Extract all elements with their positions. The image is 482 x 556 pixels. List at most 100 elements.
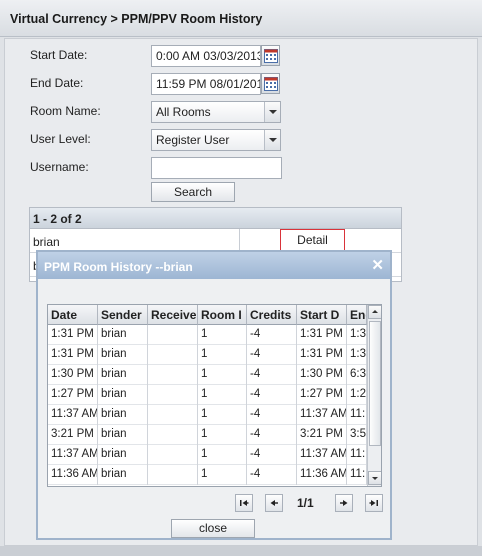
cell-sender: brian (98, 405, 148, 425)
cell-date: 1:31 PM ( (48, 325, 98, 345)
scroll-thumb[interactable] (369, 321, 381, 446)
cell-start-date: 11:37 AM (297, 445, 347, 465)
table-row[interactable]: 11:37 AM brian 1 -4 11:37 AM 11: (48, 445, 367, 465)
next-page-icon[interactable] (335, 494, 353, 512)
search-button[interactable]: Search (151, 182, 235, 202)
table-row[interactable]: 1:30 PM (brian 1 -4 1:30 PM (6:3 (48, 365, 367, 385)
cell-credits: -4 (247, 365, 297, 385)
cell-end-date: 1:3 (347, 345, 367, 365)
cell-credits: -4 (247, 385, 297, 405)
column-header-sender[interactable]: Sender (98, 305, 148, 325)
cell-room-id: 1 (198, 365, 247, 385)
page-header: Virtual Currency > PPM/PPV Room History (0, 0, 482, 37)
results-summary: 1 - 2 of 2 (30, 208, 401, 229)
cell-date: 11:37 AM (48, 445, 98, 465)
table-row[interactable]: 1:27 PM (brian 1 -4 1:27 PM (1:2 (48, 385, 367, 405)
table-row[interactable]: 11:37 AM brian 1 -4 11:37 AM 11: (48, 405, 367, 425)
page-info: 1/1 (297, 496, 314, 510)
cell-room-id: 1 (198, 385, 247, 405)
detail-button[interactable]: Detail (280, 229, 345, 252)
room-history-modal: PPM Room History --brian ✕ Date Sender R… (36, 250, 392, 540)
bottom-strip (0, 546, 482, 556)
start-date-label: Start Date: (30, 48, 88, 62)
cell-receiver (148, 385, 198, 405)
cell-start-date: 11:36 AM (297, 465, 347, 485)
dropdown-arrow-icon[interactable] (264, 130, 280, 150)
cell-sender: brian (98, 465, 148, 485)
close-button[interactable]: close (171, 519, 255, 538)
cell-room-id: 1 (198, 465, 247, 485)
cell-room-id: 1 (198, 425, 247, 445)
username-label: Username: (30, 160, 89, 174)
scroll-down-icon[interactable] (368, 471, 381, 485)
cell-date: 11:37 AM (48, 405, 98, 425)
cell-receiver (148, 445, 198, 465)
last-page-icon[interactable] (365, 494, 383, 512)
table-row[interactable]: 1:31 PM (brian 1 -4 1:31 PM (1:3 (48, 345, 367, 365)
prev-page-icon[interactable] (265, 494, 283, 512)
start-date-calendar-icon[interactable] (261, 45, 280, 66)
end-date-label: End Date: (30, 76, 84, 90)
cell-receiver (148, 325, 198, 345)
column-header-credits[interactable]: Credits (247, 305, 297, 325)
cell-credits: -4 (247, 345, 297, 365)
end-date-field[interactable]: 11:59 PM 08/01/2013 (151, 73, 261, 95)
user-level-select[interactable]: Register User (151, 129, 281, 151)
cell-sender: brian (98, 385, 148, 405)
cell-credits: -4 (247, 445, 297, 465)
cell-sender: brian (98, 325, 148, 345)
dropdown-arrow-icon[interactable] (264, 102, 280, 122)
column-header-date[interactable]: Date (48, 305, 98, 325)
table-row[interactable]: 11:36 AM brian 1 -4 11:36 AM 11: (48, 465, 367, 485)
cell-room-id: 1 (198, 325, 247, 345)
cell-credits: -4 (247, 325, 297, 345)
column-header-room-id[interactable]: Room I (198, 305, 247, 325)
close-icon[interactable]: ✕ (371, 256, 384, 274)
user-level-label: User Level: (30, 132, 91, 146)
cell-receiver (148, 425, 198, 445)
first-page-icon[interactable] (235, 494, 253, 512)
table-row[interactable]: 3:21 PM (brian 1 -4 3:21 PM (3:5 (48, 425, 367, 445)
cell-end-date: 1:3 (347, 325, 367, 345)
cell-credits: -4 (247, 405, 297, 425)
room-name-value: All Rooms (156, 105, 211, 119)
user-level-value: Register User (156, 133, 230, 147)
cell-end-date: 11: (347, 405, 367, 425)
cell-date: 1:27 PM ( (48, 385, 98, 405)
vertical-scrollbar[interactable] (367, 305, 381, 486)
cell-start-date: 11:37 AM (297, 405, 347, 425)
cell-sender: brian (98, 345, 148, 365)
cell-receiver (148, 405, 198, 425)
breadcrumb-title: Virtual Currency > PPM/PPV Room History (10, 12, 263, 26)
cell-end-date: 6:3 (347, 365, 367, 385)
cell-end-date: 1:2 (347, 385, 367, 405)
cell-start-date: 3:21 PM ( (297, 425, 347, 445)
cell-date: 3:21 PM ( (48, 425, 98, 445)
scroll-up-icon[interactable] (368, 305, 381, 319)
cell-date: 1:30 PM ( (48, 365, 98, 385)
cell-receiver (148, 465, 198, 485)
cell-room-id: 1 (198, 405, 247, 425)
cell-start-date: 1:30 PM ( (297, 365, 347, 385)
column-header-receiver[interactable]: Receive (148, 305, 198, 325)
cell-room-id: 1 (198, 345, 247, 365)
username-input[interactable] (151, 157, 282, 179)
cell-start-date: 1:31 PM ( (297, 325, 347, 345)
cell-end-date: 11: (347, 445, 367, 465)
cell-receiver (148, 345, 198, 365)
modal-header: PPM Room History --brian ✕ (38, 252, 390, 279)
history-table: Date Sender Receive Room I Credits Start… (47, 304, 382, 487)
room-name-select[interactable]: All Rooms (151, 101, 281, 123)
cell-room-id: 1 (198, 445, 247, 465)
cell-date: 11:36 AM (48, 465, 98, 485)
column-header-start-date[interactable]: Start D (297, 305, 347, 325)
column-header-end-date[interactable]: End (347, 305, 367, 325)
table-row[interactable]: 1:31 PM (brian 1 -4 1:31 PM (1:3 (48, 325, 367, 345)
cell-end-date: 11: (347, 465, 367, 485)
room-name-label: Room Name: (30, 104, 101, 118)
start-date-field[interactable]: 0:00 AM 03/03/2013 (151, 45, 261, 67)
cell-date: 1:31 PM ( (48, 345, 98, 365)
cell-sender: brian (98, 365, 148, 385)
modal-title: PPM Room History --brian (44, 260, 193, 274)
end-date-calendar-icon[interactable] (261, 73, 280, 94)
